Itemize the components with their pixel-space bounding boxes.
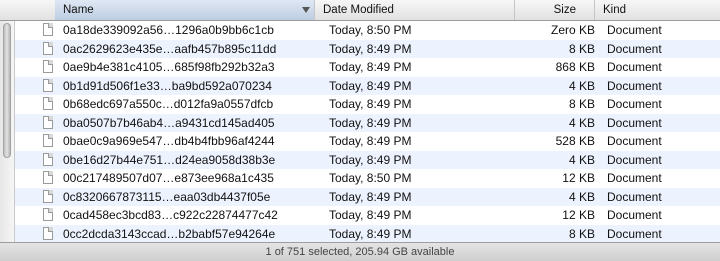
file-date-modified: Today, 8:49 PM	[329, 41, 412, 56]
scrollbar-thumb[interactable]	[3, 23, 11, 158]
file-kind: Document	[607, 60, 662, 74]
file-date-modified: Today, 8:49 PM	[329, 134, 412, 148]
name-column-label: Name	[63, 4, 94, 16]
file-date-modified: Today, 8:49 PM	[329, 97, 412, 111]
document-icon	[43, 171, 53, 184]
file-kind: Document	[607, 41, 662, 56]
file-size: 8 KB	[568, 97, 595, 111]
file-kind: Document	[607, 23, 662, 37]
file-kind: Document	[607, 171, 662, 185]
file-kind: Document	[607, 97, 662, 111]
file-kind: Document	[607, 226, 662, 241]
file-kind: Document	[607, 78, 662, 93]
file-size: 12 KB	[562, 171, 595, 185]
file-row[interactable]: 0ac2629623e435e…aafb457b895c11dd Today, …	[15, 39, 720, 58]
document-icon	[43, 97, 53, 110]
file-row[interactable]: 0ae9b4e381c4105…685f98fb292b32a3 Today, …	[15, 58, 720, 77]
file-size: 4 KB	[568, 78, 595, 93]
file-size: 12 KB	[562, 208, 595, 222]
file-date-modified: Today, 8:49 PM	[329, 78, 412, 93]
column-header-bar: Name Date Modified Size Kind	[0, 0, 720, 21]
file-kind: Document	[607, 208, 662, 222]
document-icon	[43, 208, 53, 221]
file-date-modified: Today, 8:49 PM	[329, 189, 412, 204]
file-name: 0ac2629623e435e…aafb457b895c11dd	[63, 41, 277, 56]
file-row[interactable]: 0b1d91d506f1e33…ba9bd592a070234 Today, 8…	[15, 76, 720, 95]
file-size: 868 KB	[555, 60, 595, 74]
file-row[interactable]: 0a18de339092a56…1296a0b9bb6c1cb Today, 8…	[15, 21, 720, 40]
file-date-modified: Today, 8:50 PM	[329, 23, 412, 37]
file-name: 0bae0c9a969e547…db4b4fbb96af4244	[63, 134, 275, 148]
file-name: 0cad458ec3bcd83…c922c22874477c42	[63, 208, 278, 222]
file-row[interactable]: 0bae0c9a969e547…db4b4fbb96af4244 Today, …	[15, 132, 720, 151]
file-name: 0c8320667873115…eaa03db4437f05e	[63, 189, 271, 204]
file-name: 0a18de339092a56…1296a0b9bb6c1cb	[63, 23, 274, 37]
file-name: 0b1d91d506f1e33…ba9bd592a070234	[63, 78, 272, 93]
file-kind: Document	[607, 189, 662, 204]
document-icon	[43, 134, 53, 147]
file-name: 0b68edc697a550c…d012fa9a0557dfcb	[63, 97, 274, 111]
file-size: 528 KB	[555, 134, 595, 148]
finder-list-window: Name Date Modified Size Kind 0a18de33909…	[0, 0, 720, 261]
file-list: 0a18de339092a56…1296a0b9bb6c1cb Today, 8…	[15, 21, 720, 242]
file-row[interactable]: 0cc2dcda3143ccad…b2babf57e94264e Today, …	[15, 224, 720, 242]
date-modified-column-label: Date Modified	[323, 4, 394, 16]
size-column-label: Size	[553, 4, 576, 16]
file-date-modified: Today, 8:50 PM	[329, 171, 412, 185]
kind-column-label: Kind	[603, 4, 627, 16]
file-date-modified: Today, 8:49 PM	[329, 208, 412, 222]
document-icon	[43, 23, 53, 36]
document-icon	[43, 189, 53, 203]
document-icon	[43, 78, 53, 92]
file-kind: Document	[607, 152, 662, 167]
document-icon	[43, 226, 53, 240]
document-icon	[43, 60, 53, 73]
file-date-modified: Today, 8:49 PM	[329, 60, 412, 74]
file-kind: Document	[607, 115, 662, 130]
file-size: 4 KB	[568, 115, 595, 130]
file-row[interactable]: 0be16d27b44e751…d24ea9058d38b3e Today, 8…	[15, 150, 720, 169]
kind-column-header[interactable]: Kind	[595, 0, 720, 20]
file-name: 00c217489507d07…e873ee968a1c435	[63, 171, 274, 185]
file-size: Zero KB	[550, 23, 595, 37]
name-column-header[interactable]: Name	[55, 0, 315, 20]
status-bar: 1 of 751 selected, 205.94 GB available	[0, 242, 720, 261]
file-row[interactable]: 0b68edc697a550c…d012fa9a0557dfcb Today, …	[15, 95, 720, 114]
file-name: 0ae9b4e381c4105…685f98fb292b32a3	[63, 60, 275, 74]
file-row[interactable]: 00c217489507d07…e873ee968a1c435 Today, 8…	[15, 169, 720, 188]
file-size: 4 KB	[568, 189, 595, 204]
document-icon	[43, 41, 53, 55]
file-name: 0be16d27b44e751…d24ea9058d38b3e	[63, 152, 276, 167]
file-date-modified: Today, 8:49 PM	[329, 115, 412, 130]
file-size: 8 KB	[568, 226, 595, 241]
status-text: 1 of 751 selected, 205.94 GB available	[265, 246, 455, 258]
file-row[interactable]: 0cad458ec3bcd83…c922c22874477c42 Today, …	[15, 206, 720, 225]
file-row[interactable]: 0c8320667873115…eaa03db4437f05e Today, 8…	[15, 187, 720, 206]
file-size: 8 KB	[568, 41, 595, 56]
file-kind: Document	[607, 134, 662, 148]
file-name: 0ba0507b7b46ab4…a9431cd145ad405	[63, 115, 275, 130]
file-date-modified: Today, 8:49 PM	[329, 226, 412, 241]
date-modified-column-header[interactable]: Date Modified	[315, 0, 515, 20]
document-icon	[43, 152, 53, 166]
file-row[interactable]: 0ba0507b7b46ab4…a9431cd145ad405 Today, 8…	[15, 113, 720, 132]
size-column-header[interactable]: Size	[515, 0, 595, 20]
file-date-modified: Today, 8:49 PM	[329, 152, 412, 167]
vertical-scrollbar[interactable]	[0, 21, 15, 242]
file-name: 0cc2dcda3143ccad…b2babf57e94264e	[63, 226, 276, 241]
document-icon	[43, 115, 53, 129]
sort-descending-icon	[302, 7, 310, 13]
file-size: 4 KB	[568, 152, 595, 167]
